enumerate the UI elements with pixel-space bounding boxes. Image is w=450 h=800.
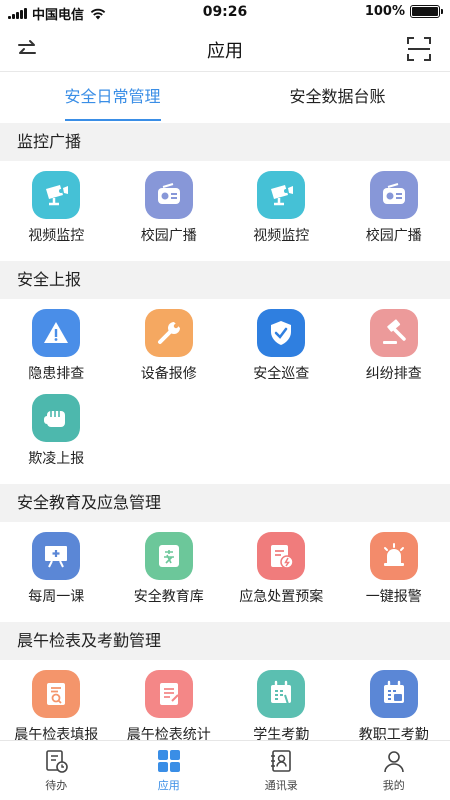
app-label: 安全巡查: [253, 366, 310, 382]
contacts-icon: [271, 750, 292, 772]
bottom-nav-profile[interactable]: 我的: [338, 741, 450, 800]
section-grid: 隐患排查 设备报修 安全巡查 纠纷排查 欺凌上报: [0, 299, 450, 484]
section-title: 安全教育及应急管理: [0, 484, 450, 522]
app-item-emergency-plan[interactable]: 应急处置预案: [225, 530, 338, 615]
status-right: 100%: [364, 4, 443, 19]
app-label: 学生考勤: [253, 727, 310, 740]
radio-icon: [369, 171, 418, 219]
section-title: 安全上报: [0, 261, 450, 299]
tab-daily-management[interactable]: 安全日常管理: [0, 73, 225, 123]
app-label: 纠纷排查: [365, 366, 422, 382]
app-item-equipment-repair[interactable]: 设备报修: [113, 307, 226, 392]
app-label: 每周一课: [28, 589, 85, 605]
app-label: 欺凌上报: [28, 451, 85, 467]
bottom-nav: 待办 应用 通讯录 我的: [0, 740, 450, 800]
section-title: 监控广播: [0, 123, 450, 161]
app-item-safety-patrol[interactable]: 安全巡查: [225, 307, 338, 392]
app-item-dispute-check[interactable]: 纠纷排查: [338, 307, 450, 392]
apps-icon: [157, 750, 180, 772]
camera-icon: [257, 171, 306, 219]
nav-bar: 应用: [0, 26, 450, 72]
section-grid: 视频监控 校园广播 视频监控 校园广播: [0, 161, 450, 261]
camera-icon: [32, 171, 81, 219]
app-item-campus-radio[interactable]: 校园广播: [113, 169, 226, 254]
emergency-plan-icon: [257, 532, 306, 580]
profile-icon: [383, 751, 404, 773]
app-item-video-monitor[interactable]: 视频监控: [0, 169, 113, 254]
checkform-fill-icon: [32, 670, 81, 718]
battery-percent: 100%: [364, 4, 405, 19]
gavel-icon: [369, 309, 418, 357]
radio-icon: [144, 171, 193, 219]
scan-icon[interactable]: [406, 36, 432, 62]
app-label: 隐患排查: [28, 366, 85, 382]
bottom-nav-label: 应用: [157, 779, 180, 792]
tab-data-ledger[interactable]: 安全数据台账: [225, 73, 450, 123]
tab-bar: 安全日常管理 安全数据台账: [0, 73, 450, 123]
section-title: 晨午检表及考勤管理: [0, 622, 450, 660]
bottom-nav-apps[interactable]: 应用: [113, 741, 226, 800]
warning-icon: [32, 309, 81, 357]
fist-icon: [32, 394, 81, 442]
app-label: 安全教育库: [133, 589, 204, 605]
bottom-nav-label: 我的: [382, 779, 405, 792]
app-label: 视频监控: [28, 228, 85, 244]
bottom-nav-label: 通讯录: [264, 779, 298, 792]
app-item-checkform-stats[interactable]: 晨午检表统计: [113, 668, 226, 740]
app-item-campus-radio-2[interactable]: 校园广播: [338, 169, 450, 254]
app-label: 晨午检表填报: [14, 727, 99, 740]
app-item-bullying-report[interactable]: 欺凌上报: [0, 392, 113, 477]
app-label: 设备报修: [140, 366, 197, 382]
safety-library-icon: [144, 532, 193, 580]
app-label: 一键报警: [365, 589, 422, 605]
checkform-stats-icon: [144, 670, 193, 718]
staff-attendance-icon: [369, 670, 418, 718]
app-item-safety-library[interactable]: 安全教育库: [113, 530, 226, 615]
app-item-hazard-check[interactable]: 隐患排查: [0, 307, 113, 392]
section-grid: 晨午检表填报 晨午检表统计 学生考勤 教职工考勤: [0, 660, 450, 740]
bottom-nav-contacts[interactable]: 通讯录: [225, 741, 338, 800]
student-attendance-icon: [257, 670, 306, 718]
app-label: 视频监控: [253, 228, 310, 244]
page-title: 应用: [207, 41, 243, 62]
app-item-video-monitor-2[interactable]: 视频监控: [225, 169, 338, 254]
app-label: 教职工考勤: [358, 727, 429, 740]
app-label: 应急处置预案: [239, 589, 324, 605]
app-item-student-attendance[interactable]: 学生考勤: [225, 668, 338, 740]
alarm-icon: [369, 532, 418, 580]
todo-icon: [46, 750, 69, 773]
app-label: 校园广播: [140, 228, 197, 244]
app-item-one-click-alarm[interactable]: 一键报警: [338, 530, 450, 615]
app-item-weekly-lesson[interactable]: 每周一课: [0, 530, 113, 615]
status-bar: 中国电信 09:26 100%: [0, 0, 450, 26]
shield-icon: [257, 309, 306, 357]
section-grid: 每周一课 安全教育库 应急处置预案 一键报警: [0, 522, 450, 622]
app-label: 晨午检表统计: [126, 727, 211, 740]
wrench-icon: [144, 309, 193, 357]
app-item-staff-attendance[interactable]: 教职工考勤: [338, 668, 450, 740]
lesson-icon: [32, 532, 81, 580]
bottom-nav-todo[interactable]: 待办: [0, 741, 113, 800]
app-list: 监控广播 视频监控 校园广播 视频监控 校园广播 安全上报 隐患排查 设备报修 …: [0, 123, 450, 740]
app-item-checkform-fill[interactable]: 晨午检表填报: [0, 668, 113, 740]
battery-icon: [410, 5, 443, 18]
bottom-nav-label: 待办: [45, 779, 68, 792]
app-label: 校园广播: [365, 228, 422, 244]
